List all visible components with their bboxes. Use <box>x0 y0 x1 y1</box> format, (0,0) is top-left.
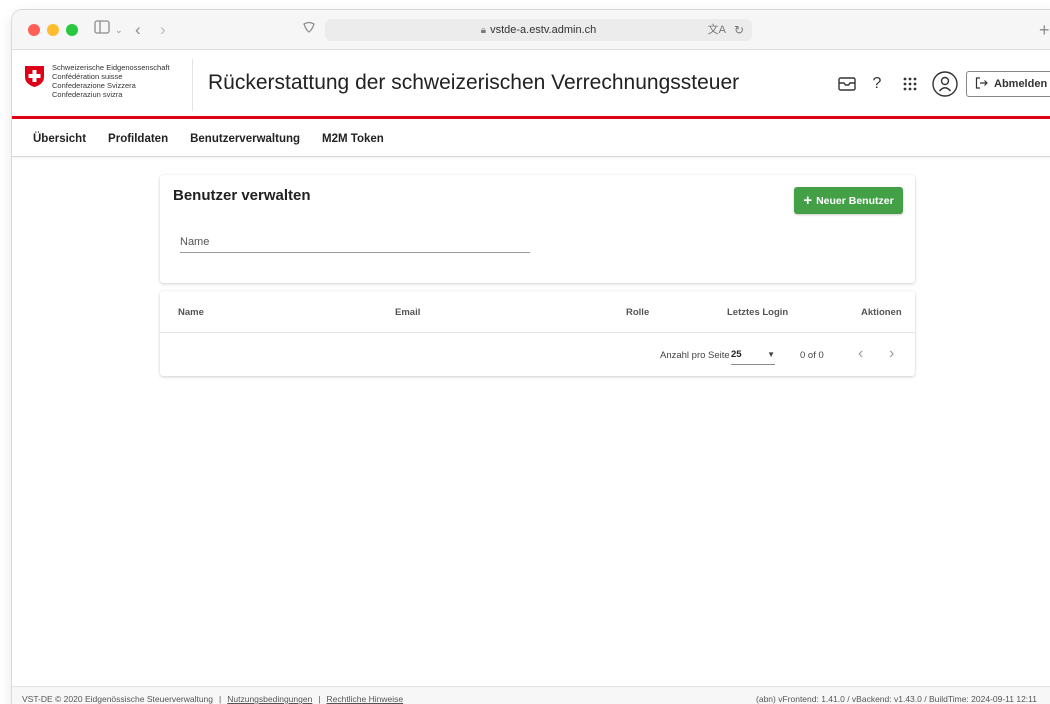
confederation-line: Schweizerische Eidgenossenschaft <box>52 63 170 72</box>
logout-icon <box>975 76 989 92</box>
tab-m2m-token[interactable]: M2M Token <box>322 133 384 145</box>
next-page-icon[interactable]: › <box>889 345 894 363</box>
column-header-role[interactable]: Rolle <box>626 307 649 318</box>
pagination: Anzahl pro Seite 25 ▼ 0 of 0 ‹ › <box>160 333 915 376</box>
header-divider <box>192 59 193 111</box>
back-icon[interactable]: ‹ <box>135 20 141 40</box>
user-avatar-icon[interactable] <box>931 71 959 97</box>
items-per-page-select[interactable]: 25 ▼ <box>731 345 775 365</box>
confederation-line: Confederazione Svizzera <box>52 81 136 90</box>
tab-user-management[interactable]: Benutzerverwaltung <box>190 133 300 145</box>
plus-icon: + <box>803 192 813 209</box>
swiss-coat-of-arms-icon <box>25 66 44 87</box>
browser-toolbar: ⌄ ‹ › 🔒︎ vstde-a.estv.admin.ch 文A ↻ + <box>12 10 1050 50</box>
tab-overview[interactable]: Übersicht <box>33 133 86 145</box>
browser-window: ⌄ ‹ › 🔒︎ vstde-a.estv.admin.ch 文A ↻ + Sch… <box>12 10 1050 704</box>
app-title: Rückerstattung der schweizerischen Verre… <box>208 71 740 94</box>
column-header-email[interactable]: Email <box>395 307 420 318</box>
app-header: Schweizerische Eidgenossenschaft Confédé… <box>12 51 1050 119</box>
terms-link[interactable]: Nutzungsbedingungen <box>227 694 312 704</box>
items-per-page-value: 25 <box>731 349 742 360</box>
logout-button[interactable]: Abmelden <box>966 71 1050 97</box>
new-tab-icon[interactable]: + <box>1039 20 1050 40</box>
mail-icon[interactable] <box>836 71 858 97</box>
address-bar[interactable]: 🔒︎ vstde-a.estv.admin.ch 文A ↻ <box>325 19 752 41</box>
footer-links: VST-DE © 2020 Eidgenössische Steuerverwa… <box>22 694 403 704</box>
items-per-page-label: Anzahl pro Seite <box>660 350 730 361</box>
sidebar-toggle-icon[interactable] <box>94 20 110 40</box>
logout-label: Abmelden <box>994 78 1048 90</box>
manage-users-card: Benutzer verwalten + Neuer Benutzer Name <box>160 175 915 283</box>
forward-icon[interactable]: › <box>160 20 166 40</box>
close-window-button[interactable] <box>28 24 40 36</box>
name-filter-input[interactable]: Name <box>180 235 530 253</box>
legal-notice-link[interactable]: Rechtliche Hinweise <box>327 694 404 704</box>
copyright-text: VST-DE © 2020 Eidgenössische Steuerverwa… <box>22 694 214 704</box>
page-footer: VST-DE © 2020 Eidgenössische Steuerverwa… <box>12 686 1050 704</box>
main-navigation: Übersicht Profildaten Benutzerverwaltung… <box>12 122 1050 157</box>
shield-icon[interactable] <box>302 20 316 40</box>
column-header-last-login[interactable]: Letztes Login <box>727 307 788 318</box>
page-range-label: 0 of 0 <box>800 350 824 361</box>
help-icon[interactable]: ? <box>869 71 885 97</box>
minimize-window-button[interactable] <box>47 24 59 36</box>
page-title: Benutzer verwalten <box>173 187 311 204</box>
address-text: vstde-a.estv.admin.ch <box>490 24 597 36</box>
previous-page-icon[interactable]: ‹ <box>858 345 863 363</box>
reload-icon[interactable]: ↻ <box>734 19 744 41</box>
tab-profile-data[interactable]: Profildaten <box>108 133 168 145</box>
chevron-down-icon[interactable]: ⌄ <box>115 20 123 40</box>
new-user-button[interactable]: + Neuer Benutzer <box>794 187 903 214</box>
column-header-actions: Aktionen <box>861 307 902 318</box>
new-user-label: Neuer Benutzer <box>816 194 894 207</box>
version-info: (abn) vFrontend: 1.41.0 / vBackend: v1.4… <box>756 694 1037 704</box>
lock-icon: 🔒︎ <box>480 25 487 36</box>
translate-icon[interactable]: 文A <box>708 19 726 41</box>
footer-separator: | <box>219 694 222 704</box>
users-table: Name Email Rolle Letztes Login Aktionen … <box>160 291 915 376</box>
table-header-row: Name Email Rolle Letztes Login Aktionen <box>160 291 915 333</box>
confederation-line: Confederaziun svizra <box>52 90 123 99</box>
column-header-name[interactable]: Name <box>178 307 204 318</box>
confederation-label: Schweizerische Eidgenossenschaft Confédé… <box>52 63 170 99</box>
dropdown-arrow-icon: ▼ <box>767 350 775 359</box>
apps-grid-icon[interactable] <box>900 71 920 97</box>
confederation-line: Confédération suisse <box>52 72 123 81</box>
maximize-window-button[interactable] <box>66 24 78 36</box>
footer-separator: | <box>318 694 321 704</box>
